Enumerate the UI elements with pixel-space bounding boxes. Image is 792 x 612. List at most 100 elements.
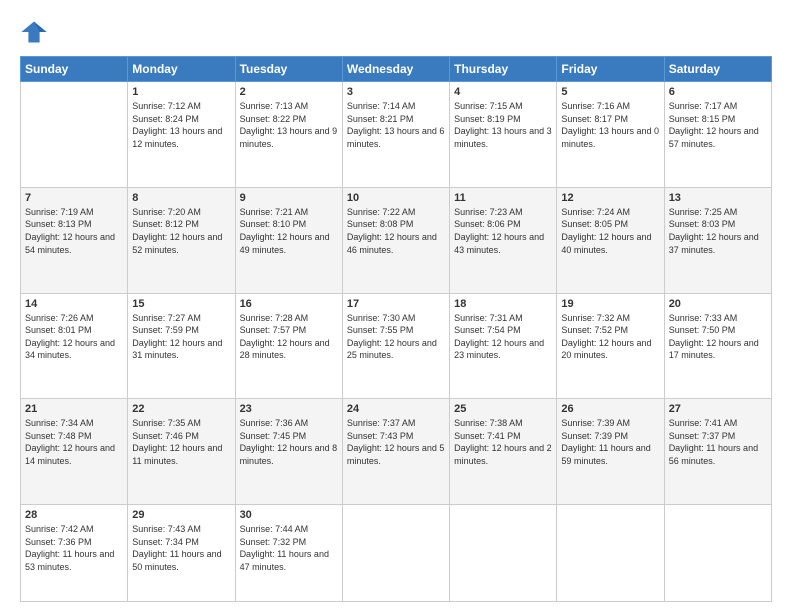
day-info: Sunrise: 7:17 AMSunset: 8:15 PMDaylight:… bbox=[669, 100, 767, 150]
day-info: Sunrise: 7:23 AMSunset: 8:06 PMDaylight:… bbox=[454, 206, 552, 256]
calendar-week-row: 28 Sunrise: 7:42 AMSunset: 7:36 PMDayligh… bbox=[21, 505, 772, 602]
calendar-cell: 14 Sunrise: 7:26 AMSunset: 8:01 PMDayligh… bbox=[21, 293, 128, 399]
day-number: 24 bbox=[347, 403, 445, 415]
calendar-cell bbox=[557, 505, 664, 602]
calendar-cell: 8 Sunrise: 7:20 AMSunset: 8:12 PMDaylight… bbox=[128, 187, 235, 293]
day-info: Sunrise: 7:24 AMSunset: 8:05 PMDaylight:… bbox=[561, 206, 659, 256]
calendar-week-row: 7 Sunrise: 7:19 AMSunset: 8:13 PMDaylight… bbox=[21, 187, 772, 293]
day-number: 22 bbox=[132, 403, 230, 415]
calendar-cell: 22 Sunrise: 7:35 AMSunset: 7:46 PMDayligh… bbox=[128, 399, 235, 505]
day-info: Sunrise: 7:13 AMSunset: 8:22 PMDaylight:… bbox=[240, 100, 338, 150]
day-number: 12 bbox=[561, 192, 659, 204]
weekday-header-sunday: Sunday bbox=[21, 57, 128, 82]
weekday-header-friday: Friday bbox=[557, 57, 664, 82]
day-info: Sunrise: 7:42 AMSunset: 7:36 PMDaylight:… bbox=[25, 523, 123, 573]
calendar-cell: 28 Sunrise: 7:42 AMSunset: 7:36 PMDayligh… bbox=[21, 505, 128, 602]
calendar-header-row: SundayMondayTuesdayWednesdayThursdayFrid… bbox=[21, 57, 772, 82]
calendar-cell: 3Sunrise: 7:14 AMSunset: 8:21 PMDaylight… bbox=[342, 82, 449, 188]
calendar-cell: 11Sunrise: 7:23 AMSunset: 8:06 PMDayligh… bbox=[450, 187, 557, 293]
calendar-week-row: 1 Sunrise: 7:12 AMSunset: 8:24 PMDaylight… bbox=[21, 82, 772, 188]
day-info: Sunrise: 7:26 AMSunset: 8:01 PMDaylight:… bbox=[25, 312, 123, 362]
day-info: Sunrise: 7:33 AMSunset: 7:50 PMDaylight:… bbox=[669, 312, 767, 362]
day-info: Sunrise: 7:36 AMSunset: 7:45 PMDaylight:… bbox=[240, 417, 338, 467]
day-info: Sunrise: 7:21 AMSunset: 8:10 PMDaylight:… bbox=[240, 206, 338, 256]
day-number: 17 bbox=[347, 298, 445, 310]
calendar-cell bbox=[342, 505, 449, 602]
calendar-cell: 24 Sunrise: 7:37 AMSunset: 7:43 PMDayligh… bbox=[342, 399, 449, 505]
calendar-cell: 7 Sunrise: 7:19 AMSunset: 8:13 PMDaylight… bbox=[21, 187, 128, 293]
day-number: 2 bbox=[240, 86, 338, 98]
calendar-cell: 21Sunrise: 7:34 AMSunset: 7:48 PMDayligh… bbox=[21, 399, 128, 505]
day-number: 9 bbox=[240, 192, 338, 204]
calendar-cell: 25Sunrise: 7:38 AMSunset: 7:41 PMDayligh… bbox=[450, 399, 557, 505]
day-number: 14 bbox=[25, 298, 123, 310]
calendar-cell: 26 Sunrise: 7:39 AMSunset: 7:39 PMDayligh… bbox=[557, 399, 664, 505]
calendar-cell: 5 Sunrise: 7:16 AMSunset: 8:17 PMDaylight… bbox=[557, 82, 664, 188]
page: SundayMondayTuesdayWednesdayThursdayFrid… bbox=[0, 0, 792, 612]
calendar-cell bbox=[664, 505, 771, 602]
day-info: Sunrise: 7:12 AMSunset: 8:24 PMDaylight:… bbox=[132, 100, 230, 150]
calendar-cell: 12 Sunrise: 7:24 AMSunset: 8:05 PMDayligh… bbox=[557, 187, 664, 293]
calendar-cell: 23 Sunrise: 7:36 AMSunset: 7:45 PMDayligh… bbox=[235, 399, 342, 505]
day-number: 7 bbox=[25, 192, 123, 204]
day-number: 5 bbox=[561, 86, 659, 98]
day-info: Sunrise: 7:37 AMSunset: 7:43 PMDaylight:… bbox=[347, 417, 445, 467]
day-info: Sunrise: 7:34 AMSunset: 7:48 PMDaylight:… bbox=[25, 417, 123, 467]
weekday-header-monday: Monday bbox=[128, 57, 235, 82]
day-number: 6 bbox=[669, 86, 767, 98]
day-number: 16 bbox=[240, 298, 338, 310]
day-info: Sunrise: 7:32 AMSunset: 7:52 PMDaylight:… bbox=[561, 312, 659, 362]
day-info: Sunrise: 7:25 AMSunset: 8:03 PMDaylight:… bbox=[669, 206, 767, 256]
day-number: 29 bbox=[132, 509, 230, 521]
calendar-cell: 2 Sunrise: 7:13 AMSunset: 8:22 PMDaylight… bbox=[235, 82, 342, 188]
weekday-header-saturday: Saturday bbox=[664, 57, 771, 82]
day-number: 13 bbox=[669, 192, 767, 204]
day-number: 1 bbox=[132, 86, 230, 98]
day-number: 18 bbox=[454, 298, 552, 310]
calendar-cell bbox=[450, 505, 557, 602]
day-number: 4 bbox=[454, 86, 552, 98]
day-info: Sunrise: 7:41 AMSunset: 7:37 PMDaylight:… bbox=[669, 417, 767, 467]
day-number: 25 bbox=[454, 403, 552, 415]
day-number: 10 bbox=[347, 192, 445, 204]
calendar-week-row: 21Sunrise: 7:34 AMSunset: 7:48 PMDayligh… bbox=[21, 399, 772, 505]
calendar-cell: 15Sunrise: 7:27 AMSunset: 7:59 PMDayligh… bbox=[128, 293, 235, 399]
day-info: Sunrise: 7:44 AMSunset: 7:32 PMDaylight:… bbox=[240, 523, 338, 573]
day-number: 26 bbox=[561, 403, 659, 415]
day-number: 28 bbox=[25, 509, 123, 521]
calendar-cell: 20Sunrise: 7:33 AMSunset: 7:50 PMDayligh… bbox=[664, 293, 771, 399]
calendar-cell: 6 Sunrise: 7:17 AMSunset: 8:15 PMDaylight… bbox=[664, 82, 771, 188]
day-info: Sunrise: 7:20 AMSunset: 8:12 PMDaylight:… bbox=[132, 206, 230, 256]
day-info: Sunrise: 7:30 AMSunset: 7:55 PMDaylight:… bbox=[347, 312, 445, 362]
calendar-cell: 17 Sunrise: 7:30 AMSunset: 7:55 PMDayligh… bbox=[342, 293, 449, 399]
day-number: 27 bbox=[669, 403, 767, 415]
calendar-cell: 19 Sunrise: 7:32 AMSunset: 7:52 PMDayligh… bbox=[557, 293, 664, 399]
calendar-cell: 1 Sunrise: 7:12 AMSunset: 8:24 PMDaylight… bbox=[128, 82, 235, 188]
calendar-cell: 27 Sunrise: 7:41 AMSunset: 7:37 PMDayligh… bbox=[664, 399, 771, 505]
day-number: 8 bbox=[132, 192, 230, 204]
logo bbox=[20, 18, 52, 46]
weekday-header-tuesday: Tuesday bbox=[235, 57, 342, 82]
day-info: Sunrise: 7:16 AMSunset: 8:17 PMDaylight:… bbox=[561, 100, 659, 150]
calendar-table: SundayMondayTuesdayWednesdayThursdayFrid… bbox=[20, 56, 772, 602]
header bbox=[20, 18, 772, 46]
day-number: 30 bbox=[240, 509, 338, 521]
day-info: Sunrise: 7:27 AMSunset: 7:59 PMDaylight:… bbox=[132, 312, 230, 362]
day-number: 19 bbox=[561, 298, 659, 310]
day-info: Sunrise: 7:22 AMSunset: 8:08 PMDaylight:… bbox=[347, 206, 445, 256]
weekday-header-wednesday: Wednesday bbox=[342, 57, 449, 82]
day-info: Sunrise: 7:19 AMSunset: 8:13 PMDaylight:… bbox=[25, 206, 123, 256]
day-number: 23 bbox=[240, 403, 338, 415]
calendar-cell: 13 Sunrise: 7:25 AMSunset: 8:03 PMDayligh… bbox=[664, 187, 771, 293]
day-info: Sunrise: 7:35 AMSunset: 7:46 PMDaylight:… bbox=[132, 417, 230, 467]
calendar-cell: 29 Sunrise: 7:43 AMSunset: 7:34 PMDayligh… bbox=[128, 505, 235, 602]
logo-icon bbox=[20, 18, 48, 46]
weekday-header-thursday: Thursday bbox=[450, 57, 557, 82]
day-info: Sunrise: 7:15 AMSunset: 8:19 PMDaylight:… bbox=[454, 100, 552, 150]
day-info: Sunrise: 7:39 AMSunset: 7:39 PMDaylight:… bbox=[561, 417, 659, 467]
day-info: Sunrise: 7:43 AMSunset: 7:34 PMDaylight:… bbox=[132, 523, 230, 573]
calendar-cell: 10 Sunrise: 7:22 AMSunset: 8:08 PMDayligh… bbox=[342, 187, 449, 293]
calendar-week-row: 14 Sunrise: 7:26 AMSunset: 8:01 PMDayligh… bbox=[21, 293, 772, 399]
calendar-cell: 30 Sunrise: 7:44 AMSunset: 7:32 PMDayligh… bbox=[235, 505, 342, 602]
day-info: Sunrise: 7:28 AMSunset: 7:57 PMDaylight:… bbox=[240, 312, 338, 362]
